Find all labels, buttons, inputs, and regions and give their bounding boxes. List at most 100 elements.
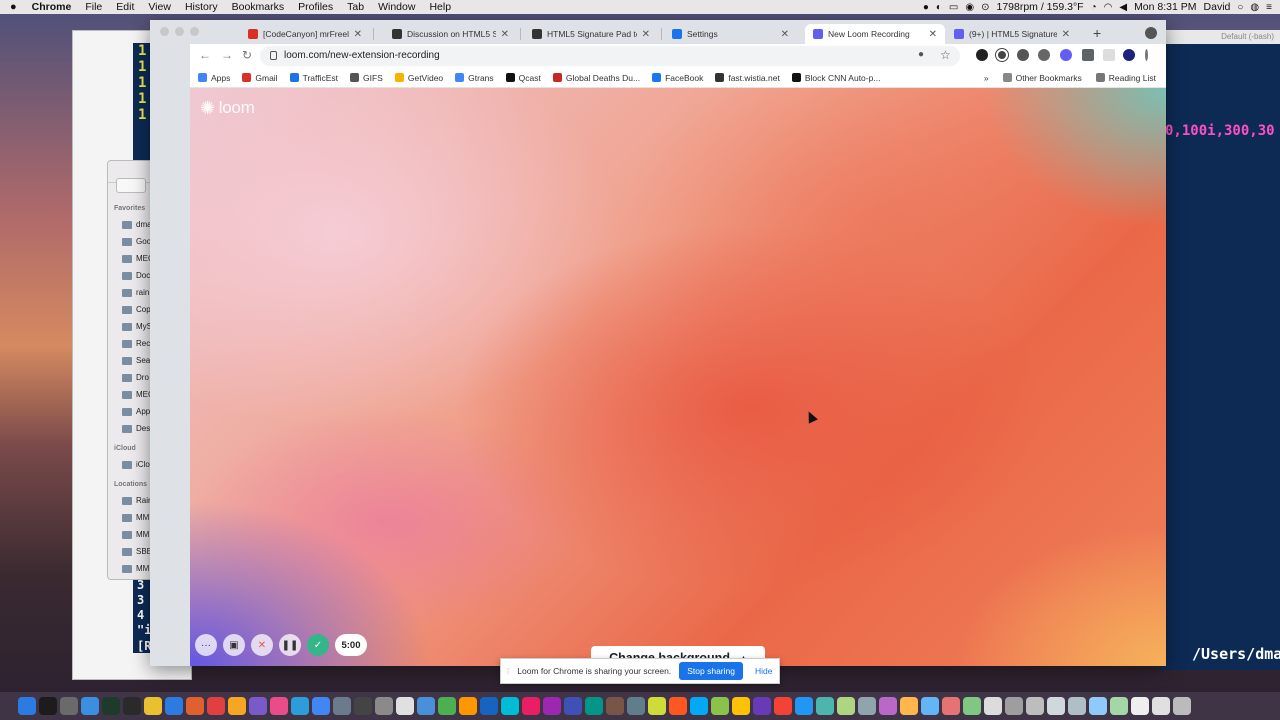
- notification-center-icon[interactable]: ≡: [1266, 2, 1272, 13]
- dock-app-icon[interactable]: [165, 697, 183, 715]
- bookmark-item[interactable]: Apps: [198, 73, 230, 83]
- status-icon[interactable]: ◔: [1091, 2, 1097, 13]
- dock-app-icon[interactable]: [228, 697, 246, 715]
- dock-app-icon[interactable]: [249, 697, 267, 715]
- wifi-icon[interactable]: ◠: [1104, 2, 1113, 13]
- pause-recording-button[interactable]: ❚❚: [279, 634, 301, 656]
- dock-app-icon[interactable]: [984, 697, 1002, 715]
- menu-file[interactable]: File: [78, 1, 109, 13]
- dock-app-icon[interactable]: [1110, 697, 1128, 715]
- bookmark-item[interactable]: FaceBook: [652, 73, 703, 83]
- menu-app-name[interactable]: Chrome: [25, 1, 79, 13]
- dock-app-icon[interactable]: [480, 697, 498, 715]
- dock-app-icon[interactable]: [858, 697, 876, 715]
- clock[interactable]: Mon 8:31 PM: [1134, 1, 1196, 13]
- dock-app-icon[interactable]: [648, 697, 666, 715]
- siri-icon[interactable]: ◍: [1250, 2, 1259, 13]
- address-bar[interactable]: loom.com/new-extension-recording ● ☆: [260, 46, 960, 66]
- menu-view[interactable]: View: [141, 1, 178, 13]
- search-icon[interactable]: ○: [1237, 2, 1243, 13]
- profile-avatar[interactable]: [1123, 49, 1135, 61]
- menu-tab[interactable]: Tab: [340, 1, 371, 13]
- bookmark-star-icon[interactable]: ☆: [940, 48, 951, 62]
- menu-profiles[interactable]: Profiles: [291, 1, 340, 13]
- dock-app-icon[interactable]: [375, 697, 393, 715]
- dock-app-icon[interactable]: [921, 697, 939, 715]
- loom-extension-icon[interactable]: [1060, 49, 1072, 61]
- dock-app-icon[interactable]: [270, 697, 288, 715]
- status-icon[interactable]: ◐: [936, 2, 942, 13]
- status-icon[interactable]: ⊙: [981, 2, 989, 13]
- bookmarks-overflow-button[interactable]: »: [984, 73, 989, 83]
- menu-window[interactable]: Window: [371, 1, 422, 13]
- menu-edit[interactable]: Edit: [109, 1, 141, 13]
- dock-app-icon[interactable]: [585, 697, 603, 715]
- menu-history[interactable]: History: [178, 1, 225, 13]
- user-name[interactable]: David: [1204, 1, 1231, 13]
- status-icon[interactable]: ◉: [965, 2, 974, 13]
- forward-icon[interactable]: →: [221, 48, 233, 62]
- cancel-recording-button[interactable]: ✕: [251, 634, 273, 656]
- extension-eye-icon[interactable]: [1038, 49, 1050, 61]
- dock-app-icon[interactable]: [1068, 697, 1086, 715]
- minimize-window-button[interactable]: [175, 27, 184, 36]
- status-icon[interactable]: ▭: [949, 2, 958, 13]
- dock-app-icon[interactable]: [522, 697, 540, 715]
- bookmark-item[interactable]: TrafficEst: [289, 73, 338, 83]
- apple-menu-icon[interactable]: ●: [0, 1, 25, 13]
- tab-close-icon[interactable]: ✕: [501, 29, 509, 40]
- tab-close-icon[interactable]: ✕: [642, 29, 650, 40]
- bookmark-item[interactable]: fast.wistia.net: [715, 73, 780, 83]
- dock-app-icon[interactable]: [711, 697, 729, 715]
- microphone-status-icon[interactable]: ●: [923, 2, 929, 13]
- microphone-icon[interactable]: ●: [918, 49, 924, 60]
- bookmark-item[interactable]: Qcast: [505, 73, 541, 83]
- dock-app-icon[interactable]: [1131, 697, 1149, 715]
- reading-list-button[interactable]: Reading List: [1095, 73, 1156, 83]
- menu-kebab-icon[interactable]: [1145, 49, 1148, 61]
- url-text[interactable]: loom.com/new-extension-recording: [284, 50, 440, 61]
- zoom-window-button[interactable]: [190, 27, 199, 36]
- extensions-puzzle-icon[interactable]: [1082, 49, 1094, 61]
- reload-icon[interactable]: ↻: [242, 48, 252, 62]
- menu-bookmarks[interactable]: Bookmarks: [225, 1, 292, 13]
- bookmark-item[interactable]: Global Deaths Du...: [552, 73, 640, 83]
- dock-app-icon[interactable]: [1089, 697, 1107, 715]
- dock-app-icon[interactable]: [942, 697, 960, 715]
- dock-app-icon[interactable]: [900, 697, 918, 715]
- dock-app-icon[interactable]: [795, 697, 813, 715]
- bookmark-item[interactable]: GIFS: [350, 73, 383, 83]
- dock-app-icon[interactable]: [543, 697, 561, 715]
- menu-help[interactable]: Help: [422, 1, 458, 13]
- dock-app-icon[interactable]: [774, 697, 792, 715]
- dock-app-icon[interactable]: [627, 697, 645, 715]
- tab-close-icon[interactable]: ✕: [781, 29, 789, 40]
- tab-close-icon[interactable]: ✕: [1062, 29, 1070, 40]
- lock-icon[interactable]: [270, 51, 277, 60]
- dock-app-icon[interactable]: [669, 697, 687, 715]
- dock-app-icon[interactable]: [753, 697, 771, 715]
- dock-app-icon[interactable]: [963, 697, 981, 715]
- camera-toggle-button[interactable]: ▣: [223, 634, 245, 656]
- tab-2[interactable]: Discussion on HTML5 Sig... ✕: [384, 24, 517, 44]
- bookmark-item[interactable]: Block CNN Auto-p...: [791, 73, 880, 83]
- dock-app-icon[interactable]: [60, 697, 78, 715]
- tab-close-icon[interactable]: ✕: [929, 29, 937, 40]
- fan-temperature-readout[interactable]: 1798rpm / 159.3°F: [996, 1, 1083, 13]
- dock-app-icon[interactable]: [102, 697, 120, 715]
- dock-app-icon[interactable]: [1026, 697, 1044, 715]
- dock-app-icon[interactable]: [564, 697, 582, 715]
- dock-app-icon[interactable]: [1173, 697, 1191, 715]
- bookmark-item[interactable]: GetVideo: [394, 73, 443, 83]
- hide-button[interactable]: Hide: [751, 662, 776, 680]
- dock-app-icon[interactable]: [207, 697, 225, 715]
- dock-app-icon[interactable]: [417, 697, 435, 715]
- extension-pen-icon[interactable]: [976, 49, 988, 61]
- dock-app-icon[interactable]: [81, 697, 99, 715]
- dock-app-icon[interactable]: [186, 697, 204, 715]
- close-window-button[interactable]: [160, 27, 169, 36]
- dock-app-icon[interactable]: [1152, 697, 1170, 715]
- bookmark-item[interactable]: Gtrans: [455, 73, 494, 83]
- dock-app-icon[interactable]: [39, 697, 57, 715]
- dock-app-icon[interactable]: [123, 697, 141, 715]
